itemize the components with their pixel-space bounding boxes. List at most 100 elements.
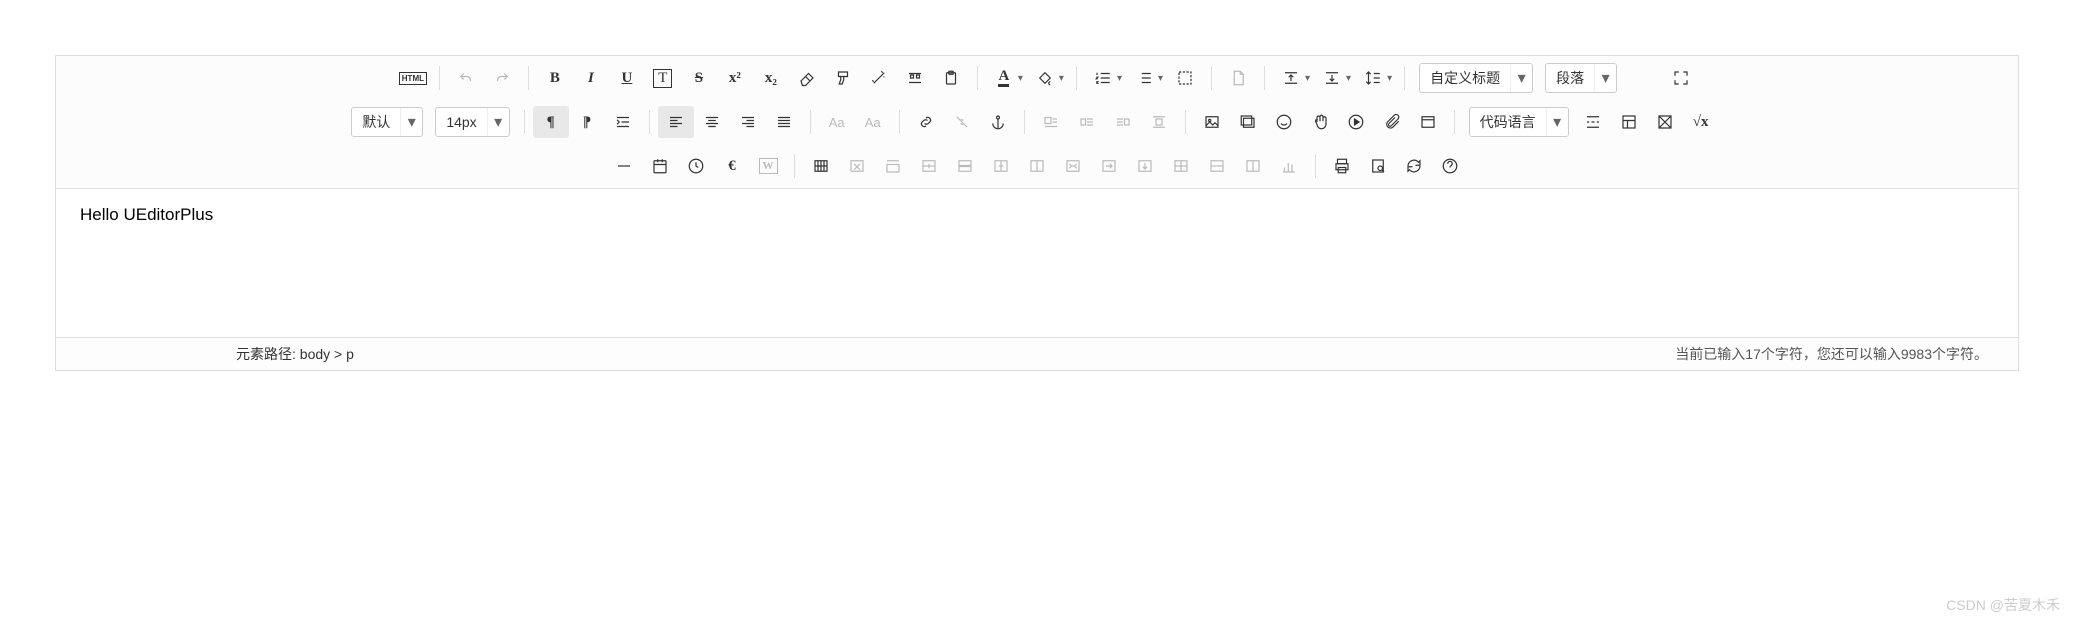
superscript-button[interactable]: x² — [717, 62, 753, 94]
forecolor-button[interactable]: A — [986, 62, 1022, 94]
paragraph-select[interactable]: 段落 ▾ — [1545, 63, 1617, 93]
redo-button[interactable] — [484, 62, 520, 94]
forecolor-dropdown[interactable]: ▾ — [1018, 73, 1023, 84]
mergedown-button[interactable] — [1127, 150, 1163, 182]
simpleupload-button[interactable] — [1194, 106, 1230, 138]
link-button[interactable] — [908, 106, 944, 138]
direction-ltr-button[interactable]: ¶ — [533, 106, 569, 138]
splittorows-button[interactable] — [1199, 150, 1235, 182]
rowspacing-bottom-button[interactable] — [1314, 62, 1350, 94]
lineheight-dropdown[interactable]: ▾ — [1387, 73, 1392, 84]
fullscreen-button[interactable] — [1663, 62, 1699, 94]
strikethrough-button[interactable]: S — [681, 62, 717, 94]
insertcol-button[interactable] — [983, 150, 1019, 182]
editor-content[interactable]: Hello UEditorPlus — [56, 189, 2018, 337]
backcolor-button[interactable] — [1027, 62, 1063, 94]
rowspacing-top-button[interactable] — [1273, 62, 1309, 94]
indent-button[interactable] — [605, 106, 641, 138]
rowspacing-bottom-dropdown[interactable]: ▾ — [1346, 73, 1351, 84]
unordered-list-button[interactable] — [1126, 62, 1162, 94]
chevron-down-icon: ▾ — [487, 108, 509, 136]
time-button[interactable] — [678, 150, 714, 182]
smile-icon — [1275, 113, 1293, 131]
scrawl-button[interactable] — [1302, 106, 1338, 138]
fontsize-select[interactable]: 14px ▾ — [435, 107, 509, 137]
codelang-select[interactable]: 代码语言 ▾ — [1469, 107, 1569, 137]
searchreplace-button[interactable] — [1396, 150, 1432, 182]
blockquote-button[interactable] — [897, 62, 933, 94]
wordimage-button[interactable]: W — [750, 150, 786, 182]
toolbar-separator — [1211, 66, 1212, 90]
source-button[interactable]: HTML — [395, 62, 431, 94]
insertrow-button[interactable] — [911, 150, 947, 182]
date-button[interactable] — [642, 150, 678, 182]
editor-container: HTML B I U T S x² x₂ A ▾ ▾ — [55, 55, 2019, 371]
preview-icon — [1369, 157, 1387, 175]
print-button[interactable] — [1324, 150, 1360, 182]
spechars-button[interactable]: € — [714, 150, 750, 182]
toolbar-separator — [1454, 110, 1455, 134]
element-path[interactable]: 元素路径: body > p — [236, 344, 354, 364]
pasteplain-button[interactable] — [933, 62, 969, 94]
toolbar-row-1: HTML B I U T S x² x₂ A ▾ ▾ — [56, 56, 2018, 100]
backcolor-dropdown[interactable]: ▾ — [1059, 73, 1064, 84]
underline-button[interactable]: U — [609, 62, 645, 94]
imageright-button[interactable] — [1105, 106, 1141, 138]
insertframe-button[interactable] — [1410, 106, 1446, 138]
formatmatch-button[interactable] — [825, 62, 861, 94]
imagenone-button[interactable] — [1033, 106, 1069, 138]
print-icon — [1333, 157, 1351, 175]
preview-button[interactable] — [1360, 150, 1396, 182]
custom-heading-select[interactable]: 自定义标题 ▾ — [1419, 63, 1533, 93]
imagecenter-button[interactable] — [1141, 106, 1177, 138]
rowspacing-top-dropdown[interactable]: ▾ — [1305, 73, 1310, 84]
align-justify-button[interactable] — [766, 106, 802, 138]
document-button[interactable] — [1220, 62, 1256, 94]
align-left-button[interactable] — [658, 106, 694, 138]
inserttable-button[interactable] — [803, 150, 839, 182]
align-center-button[interactable] — [694, 106, 730, 138]
typeface-button[interactable]: T — [645, 62, 681, 94]
mergecells-button[interactable] — [1055, 150, 1091, 182]
anchor-button[interactable] — [980, 106, 1016, 138]
toolbar-separator — [649, 110, 650, 134]
subscript-button[interactable]: x₂ — [753, 62, 789, 94]
lineheight-button[interactable] — [1355, 62, 1391, 94]
horizontal-button[interactable] — [606, 150, 642, 182]
pagebreak-button[interactable] — [1575, 106, 1611, 138]
calendar-icon — [651, 157, 669, 175]
italic-button[interactable]: I — [573, 62, 609, 94]
template-button[interactable] — [1611, 106, 1647, 138]
bold-button[interactable]: B — [537, 62, 573, 94]
selectall-button[interactable] — [1167, 62, 1203, 94]
deletecol-button[interactable] — [1019, 150, 1055, 182]
deleterow-button[interactable] — [947, 150, 983, 182]
deletetable-button[interactable] — [839, 150, 875, 182]
undo-button[interactable] — [448, 62, 484, 94]
mergeright-button[interactable] — [1091, 150, 1127, 182]
charts-button[interactable] — [1271, 150, 1307, 182]
insertparagraphbeforetable-button[interactable] — [875, 150, 911, 182]
formula-button[interactable]: √x — [1683, 106, 1719, 138]
autotypeset-button[interactable] — [861, 62, 897, 94]
attachment-button[interactable] — [1374, 106, 1410, 138]
background-button[interactable] — [1647, 106, 1683, 138]
insertvideo-button[interactable] — [1338, 106, 1374, 138]
insertimage-button[interactable] — [1230, 106, 1266, 138]
emotion-button[interactable] — [1266, 106, 1302, 138]
touppercase-button[interactable]: Aa — [819, 106, 855, 138]
tolowercase-button[interactable]: Aa — [855, 106, 891, 138]
help-button[interactable] — [1432, 150, 1468, 182]
ordered-list-button[interactable] — [1085, 62, 1121, 94]
selectall-icon — [1176, 69, 1194, 87]
direction-rtl-button[interactable]: ¶ — [569, 106, 605, 138]
ul-dropdown[interactable]: ▾ — [1158, 73, 1163, 84]
splittocells-button[interactable] — [1163, 150, 1199, 182]
imageleft-button[interactable] — [1069, 106, 1105, 138]
ol-dropdown[interactable]: ▾ — [1117, 73, 1122, 84]
align-right-button[interactable] — [730, 106, 766, 138]
splittocols-button[interactable] — [1235, 150, 1271, 182]
unlink-button[interactable] — [944, 106, 980, 138]
fontfamily-select[interactable]: 默认 ▾ — [351, 107, 423, 137]
removeformat-button[interactable] — [789, 62, 825, 94]
